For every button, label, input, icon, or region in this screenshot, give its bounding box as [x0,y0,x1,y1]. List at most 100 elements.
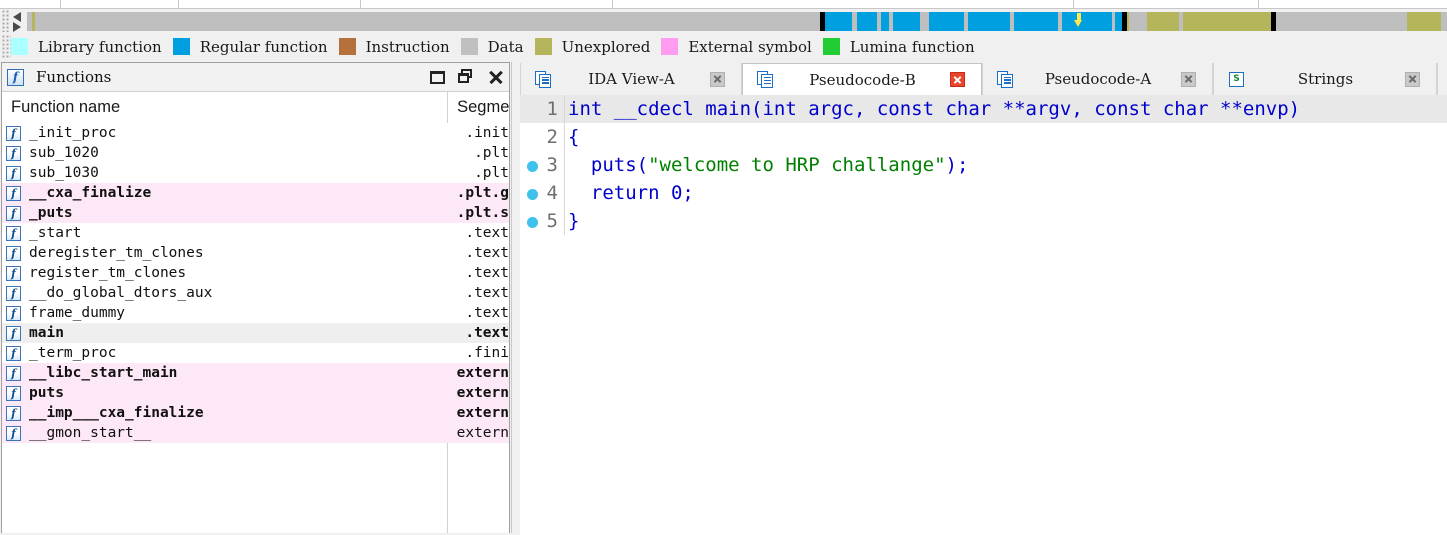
tab-pseudocode-a[interactable]: Pseudocode-A [982,63,1213,95]
segment-cell: .text [465,285,509,301]
table-row[interactable]: f deregister_tm_clones .text [2,243,509,263]
navigator-segment [1115,12,1122,31]
legend-swatch-icon [534,38,552,55]
navigator-arrows[interactable] [11,10,25,32]
pseudocode-view[interactable]: 1 int __cdecl main(int argc, const char *… [520,95,1447,535]
breakpoint-dot-icon[interactable] [527,161,538,172]
navigator-segment [929,12,964,31]
segment-cell: extern [456,405,509,421]
code-line[interactable]: 5} [520,207,1447,235]
functions-f-icon: f [7,68,24,86]
functions-panel-titlebar: f Functions [2,63,509,92]
table-row[interactable]: f frame_dummy .text [2,303,509,323]
legend-item: External symbol [661,38,822,56]
legend-swatch-icon [172,38,190,55]
segment-cell: extern [456,425,509,441]
navigator-cursor-icon [1074,13,1083,27]
tab-label: Pseudocode-A [1044,70,1152,88]
table-row[interactable]: f register_tm_clones .text [2,263,509,283]
table-row[interactable]: f __cxa_finalize .plt.g [2,183,509,203]
function-f-icon: f [2,183,22,203]
legend-item: Unexplored [534,37,662,56]
table-row[interactable]: f sub_1030 .plt [2,163,509,183]
nav-next-icon[interactable] [13,22,21,32]
code-line[interactable]: 1 int __cdecl main(int argc, const char *… [520,95,1447,123]
function-name-cell: deregister_tm_clones [29,245,204,261]
function-f-icon: f [2,223,22,243]
column-header-segment[interactable]: Segment [447,96,509,118]
tab-ida-view-a[interactable]: IDA View-A [520,63,742,95]
code-text: return 0; [564,179,1447,207]
table-row[interactable]: f __gmon_start__ extern [2,423,509,443]
navigator-segment [825,12,852,31]
tab-strings[interactable]: S Strings [1213,63,1437,95]
navigator-drag-handle[interactable] [2,10,9,32]
function-f-icon: f [2,323,22,343]
segment-cell: extern [456,365,509,381]
code-line[interactable]: 2{ [520,123,1447,151]
legend-swatch-icon [460,38,478,55]
navigator-segment [1062,12,1112,31]
function-name-cell: sub_1020 [29,145,99,161]
function-name-cell: _puts [29,205,73,221]
table-row[interactable]: f main .text [2,323,509,343]
navigator-segment [1407,12,1441,31]
navigator-segment [857,12,877,31]
tab-label: Pseudocode-B [809,70,916,89]
breakpoint-dot-icon[interactable] [527,189,538,200]
segment-cell: .text [465,265,509,281]
code-line[interactable]: 3 puts("welcome to HRP challange"); [520,151,1447,179]
code-line[interactable]: 4 return 0; [520,179,1447,207]
tab-close-icon[interactable] [710,71,725,87]
function-name-cell: main [29,325,64,341]
view-tab-strip: IDA View-A Pseudocode-B Pseudocode-A S Strin… [520,62,1447,96]
legend-swatch-icon [338,38,356,55]
navigator-segment [1147,12,1179,31]
tab-close-icon[interactable] [1181,71,1196,87]
tab-pseudocode-b[interactable]: Pseudocode-B [742,63,982,96]
tab-close-icon[interactable] [1405,71,1420,87]
column-header-function-name[interactable]: Function name [2,98,447,117]
table-row[interactable]: f _start .text [2,223,509,243]
legend-drag-handle[interactable] [2,34,11,59]
code-text: int __cdecl main(int argc, const char **… [564,95,1447,123]
function-name-cell: __gmon_start__ [29,425,152,441]
function-f-icon: f [2,363,22,383]
segment-cell: .plt.s [456,205,509,221]
table-row[interactable]: f __libc_start_main extern [2,363,509,383]
table-row[interactable]: f _init_proc .init [2,123,509,143]
table-row[interactable]: f __do_global_dtors_aux .text [2,283,509,303]
close-icon[interactable] [487,69,503,85]
function-name-cell: _term_proc [29,345,117,361]
table-row[interactable]: f sub_1020 .plt [2,143,509,163]
cascade-icon[interactable] [458,69,474,85]
function-f-icon: f [2,123,22,143]
navigator-segment [920,12,929,31]
table-row[interactable]: f __imp___cxa_finalize extern [2,403,509,423]
legend-item: Library function [11,38,173,56]
segment-cell: .plt.g [456,185,509,201]
function-f-icon: f [2,263,22,283]
navigator-band[interactable] [27,12,1447,31]
breakpoint-dot-icon[interactable] [527,217,538,228]
legend-label: Instruction [365,37,450,56]
nav-prev-icon[interactable] [13,12,21,22]
legend-label: External symbol [688,37,812,56]
tab-close-icon[interactable] [950,72,965,87]
navigator-segment [1276,12,1407,31]
restore-icon[interactable] [430,70,445,84]
table-row[interactable]: f puts extern [2,383,509,403]
segment-cell: .text [465,325,509,341]
legend-label: Unexplored [561,37,651,56]
segment-cell: .text [465,305,509,321]
line-number: 1 [520,95,564,123]
navigator-segment [1129,12,1147,31]
table-row[interactable]: f _puts .plt.s [2,203,509,223]
function-f-icon: f [2,203,22,223]
table-row[interactable]: f _term_proc .fini [2,343,509,363]
tab-overflow[interactable] [1437,63,1447,95]
segment-cell: .init [465,125,509,141]
navigator-bar [0,9,1447,33]
functions-list[interactable]: f _init_proc .init f sub_1020 .plt f sub_1030 .p… [2,123,509,443]
functions-panel-title: Functions [36,68,112,86]
